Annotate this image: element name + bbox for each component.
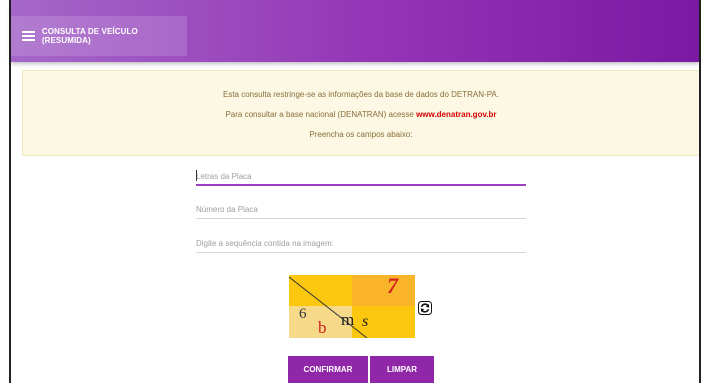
info-notice: Esta consulta restringe-se as informaçõe…	[22, 70, 699, 156]
plate-number-input[interactable]	[196, 200, 526, 219]
menu-button[interactable]: CONSULTA DE VEÍCULO (RESUMIDA)	[11, 16, 187, 56]
notice-line-1: Esta consulta restringe-se as informaçõe…	[223, 90, 499, 99]
captcha-char: b	[318, 318, 327, 337]
hamburger-menu-icon	[22, 31, 35, 41]
plate-letters-input[interactable]	[196, 167, 526, 186]
captcha-char: s	[362, 313, 368, 330]
menu-label: CONSULTA DE VEÍCULO (RESUMIDA)	[41, 27, 138, 45]
captcha-char: 7	[387, 275, 399, 298]
refresh-icon[interactable]	[418, 301, 432, 315]
notice-line-2-text: Para consultar a base nacional (DENATRAN…	[225, 110, 417, 119]
captcha-char: 6	[299, 306, 307, 322]
text-caret	[196, 170, 197, 181]
denatran-link[interactable]: www.denatran.gov.br	[416, 110, 496, 119]
notice-line-2: Para consultar a base nacional (DENATRAN…	[23, 110, 699, 119]
captcha-char: m	[341, 310, 354, 329]
plate-number-field[interactable]	[196, 199, 526, 219]
captcha-field[interactable]	[196, 233, 526, 253]
captcha-input[interactable]	[196, 234, 526, 253]
captcha-image: 7 6 b m s	[289, 275, 415, 338]
plate-letters-field[interactable]	[196, 166, 526, 186]
clear-button[interactable]: LIMPAR	[370, 356, 434, 383]
notice-line-3: Preencha os campos abaixo:	[309, 130, 413, 139]
confirm-button[interactable]: CONFIRMAR	[288, 356, 368, 383]
